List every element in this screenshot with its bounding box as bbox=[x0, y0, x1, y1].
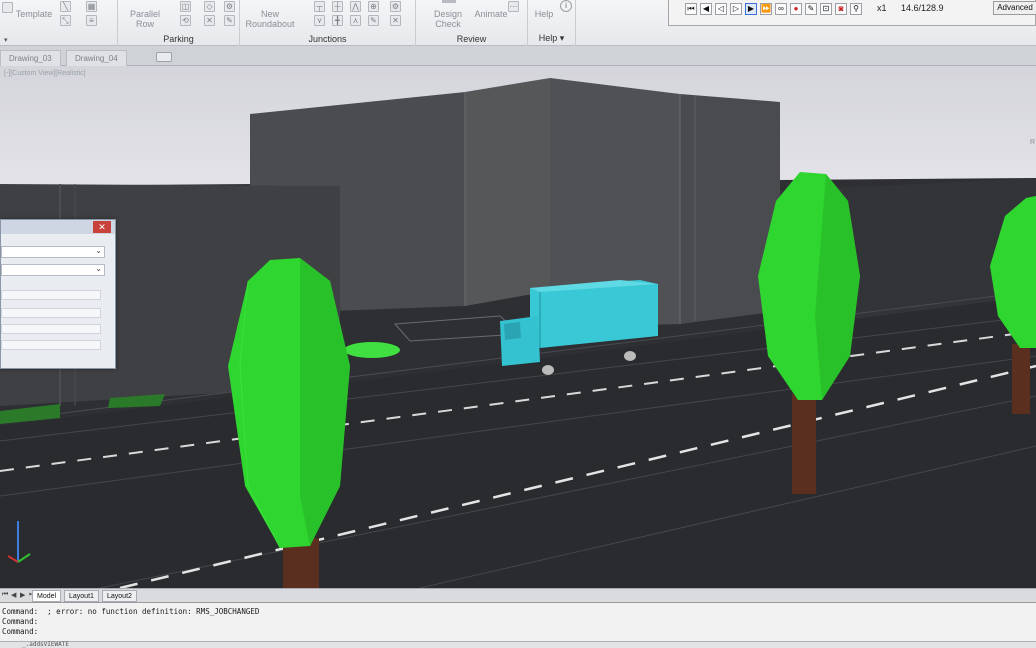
truck-wheel bbox=[542, 365, 554, 375]
layout-tabs-bar: ⏮ ◀ ▶ ⏭ Model Layout1 Layout2 bbox=[0, 588, 1036, 602]
animate-button[interactable]: Animate bbox=[474, 9, 508, 19]
panel-expand-chevron-icon[interactable]: ▾ bbox=[4, 36, 8, 44]
palette-dropdown[interactable]: ⌄ bbox=[1, 246, 105, 258]
template-button[interactable]: Template bbox=[14, 9, 54, 19]
vehicle-icon[interactable]: ⚲ bbox=[850, 3, 862, 15]
first-layout-icon[interactable]: ⏮ bbox=[2, 591, 8, 599]
playback-speed: x1 bbox=[877, 3, 887, 13]
design-check-button[interactable]: Design Check bbox=[420, 9, 476, 29]
command-input[interactable]: _.addsVIEWATE bbox=[0, 641, 1036, 648]
command-history-line: Command: bbox=[2, 617, 39, 626]
junction-delete-icon[interactable]: ✕ bbox=[390, 15, 401, 26]
prev-layout-icon[interactable]: ◀ bbox=[11, 591, 16, 599]
animation-toolbar: ⏮ ◀ ◁ ▷ ▶ ⏩ ∞ ● ✎ ⊡ ◙ ⚲ x1 14.6/128.9 Ad… bbox=[668, 0, 1036, 26]
panel-title-parking: Parking bbox=[163, 34, 194, 44]
junction-edit-icon[interactable]: ✎ bbox=[368, 15, 379, 26]
model-viewport[interactable]: R [-][Custom View][Realistic] bbox=[0, 66, 1036, 588]
viewcube-hint: R bbox=[1030, 139, 1035, 146]
tab-layout2[interactable]: Layout2 bbox=[102, 590, 137, 602]
ribbon-panel-parking: Parallel Row ◫ ⟲ ◇ ✕ ⚙ ✎ Parking bbox=[118, 0, 240, 46]
go-to-start-icon[interactable]: ⏮ bbox=[685, 3, 697, 15]
move-icon[interactable]: ⤡ bbox=[60, 15, 71, 26]
tab-model[interactable]: Model bbox=[32, 590, 62, 602]
play-icon[interactable]: ▶ bbox=[745, 3, 757, 15]
template-icon-1[interactable] bbox=[2, 2, 13, 13]
chevron-down-icon: ⌄ bbox=[95, 264, 102, 273]
palette-field[interactable] bbox=[1, 290, 101, 300]
parallel-row-button[interactable]: Parallel Row bbox=[122, 9, 168, 29]
drawing-tab[interactable]: Drawing_03 bbox=[0, 50, 61, 66]
palette-field[interactable] bbox=[1, 308, 101, 318]
advanced-button[interactable]: Advanced bbox=[993, 1, 1036, 15]
viewport-controls-label[interactable]: [-][Custom View][Realistic] bbox=[4, 70, 86, 77]
help-button[interactable]: Help bbox=[532, 9, 556, 19]
drawing-tabs-bar: Drawing_03 Drawing_04 bbox=[0, 46, 1036, 66]
draw-line-icon[interactable]: ╲ bbox=[60, 1, 71, 12]
panel-title-help-text: Help bbox=[538, 33, 558, 43]
chevron-down-icon: ⌄ bbox=[95, 246, 102, 255]
junction-arms-icon[interactable]: ╋ bbox=[332, 15, 343, 26]
palette-dropdown[interactable]: ⌄ bbox=[1, 264, 105, 276]
junction-settings-icon[interactable]: ⚙ bbox=[390, 1, 401, 12]
layers-icon[interactable]: ≡ bbox=[86, 15, 97, 26]
frame-back-icon[interactable]: ◁ bbox=[715, 3, 727, 15]
civil-design-app: Template ╲ ⤡ ▦ ≡ ▾ Parallel Row ◫ ⟲ ◇ ✕ … bbox=[0, 0, 1036, 648]
record-icon[interactable]: ● bbox=[790, 3, 802, 15]
parking-edit-icon[interactable]: ✎ bbox=[224, 15, 235, 26]
junction-signal-icon[interactable]: ⊕ bbox=[368, 1, 379, 12]
step-back-icon[interactable]: ◀ bbox=[700, 3, 712, 15]
help-dropdown-chevron-icon[interactable]: ▾ bbox=[560, 33, 565, 43]
palette-field[interactable] bbox=[1, 340, 101, 350]
ribbon-panel-review: Design Check Animate ⋯ Review bbox=[416, 0, 528, 46]
grid-icon[interactable]: ▦ bbox=[86, 1, 97, 12]
ribbon-panel-template: Template ╲ ⤡ ▦ ≡ ▾ bbox=[0, 0, 118, 46]
lock-icon[interactable]: ⊡ bbox=[820, 3, 832, 15]
new-drawing-tab-icon[interactable] bbox=[156, 52, 172, 62]
review-expand-icon[interactable]: ⋯ bbox=[508, 1, 519, 12]
parking-settings-icon[interactable]: ⚙ bbox=[224, 1, 235, 12]
fast-forward-icon[interactable]: ⏩ bbox=[760, 3, 772, 15]
drawing-tab[interactable]: Drawing_04 bbox=[66, 50, 127, 66]
close-icon[interactable]: ✕ bbox=[93, 221, 111, 233]
camera-icon[interactable]: ◙ bbox=[835, 3, 847, 15]
command-history-line: Command: ; error: no function definition… bbox=[2, 607, 260, 616]
playback-time: 14.6/128.9 bbox=[901, 3, 944, 13]
panel-title-review: Review bbox=[456, 34, 487, 44]
truck-windshield bbox=[504, 322, 521, 340]
command-window: Command: ; error: no function definition… bbox=[0, 602, 1036, 648]
junction-merge-icon[interactable]: ⋏ bbox=[350, 15, 361, 26]
panel-title-junctions: Junctions bbox=[308, 34, 347, 44]
ribbon-panel-help: Help i Help ▾ bbox=[528, 0, 576, 46]
parking-island-icon[interactable]: ◇ bbox=[204, 1, 215, 12]
tree-trunk bbox=[1012, 344, 1030, 414]
panel-title-help: Help ▾ bbox=[528, 33, 575, 44]
grass-patch bbox=[344, 342, 400, 358]
info-icon[interactable]: i bbox=[560, 0, 572, 12]
next-layout-icon[interactable]: ▶ bbox=[20, 591, 25, 599]
frame-forward-icon[interactable]: ▷ bbox=[730, 3, 742, 15]
wrench-icon[interactable]: ✎ bbox=[805, 3, 817, 15]
parking-rotate-icon[interactable]: ⟲ bbox=[180, 15, 191, 26]
command-input-text: _.addsVIEWATE bbox=[22, 641, 69, 648]
junction-t-icon[interactable]: ┬ bbox=[314, 1, 325, 12]
parking-space-icon[interactable]: ◫ bbox=[180, 1, 191, 12]
design-check-icon[interactable] bbox=[442, 0, 456, 3]
scene-canvas: R bbox=[0, 66, 1036, 588]
truck-wheel bbox=[624, 351, 636, 361]
tree-trunk bbox=[792, 394, 816, 494]
junction-flare-icon[interactable]: ⋀ bbox=[350, 1, 361, 12]
properties-palette: ✕ ⌄ ⌄ bbox=[0, 219, 116, 369]
loop-icon[interactable]: ∞ bbox=[775, 3, 787, 15]
junction-cross-icon[interactable]: ┼ bbox=[332, 1, 343, 12]
palette-field[interactable] bbox=[1, 324, 101, 334]
new-roundabout-button[interactable]: New Roundabout bbox=[244, 9, 296, 29]
tab-layout1[interactable]: Layout1 bbox=[64, 590, 99, 602]
command-history-line: Command: bbox=[2, 627, 39, 636]
junction-y-icon[interactable]: ⋎ bbox=[314, 15, 325, 26]
parking-delete-icon[interactable]: ✕ bbox=[204, 15, 215, 26]
building-mid-face bbox=[465, 78, 550, 306]
ribbon-panel-junctions: New Roundabout ┬ ⋎ ┼ ╋ ⋀ ⋏ ⊕ ✎ ⚙ ✕ Junct… bbox=[240, 0, 416, 46]
